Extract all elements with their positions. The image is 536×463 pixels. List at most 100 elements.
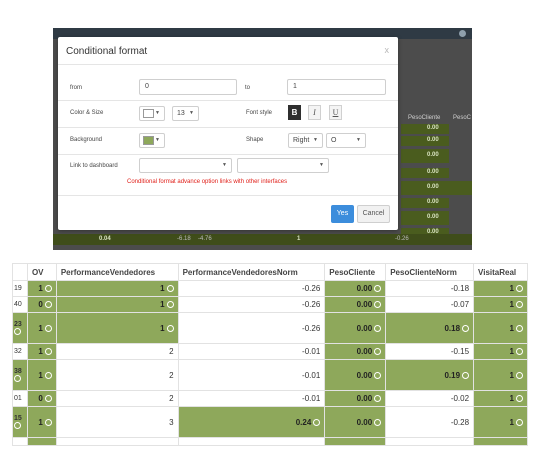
performance-norm-cell: -0.26	[177, 312, 326, 344]
bg-value: 0.00	[427, 125, 439, 131]
data-table: OV PerformanceVendedores PerformanceVend…	[12, 263, 528, 446]
bg-value: 0.00	[427, 152, 439, 158]
circle-icon	[14, 421, 21, 429]
performance-cell: 3	[55, 406, 179, 438]
table-row: 15 1 3 0.24 0.00 -0.28 1	[12, 406, 528, 438]
to-input[interactable]: 1	[287, 79, 386, 95]
peso-cliente-cell: 0.00	[324, 296, 387, 313]
text-color-picker[interactable]: ▼	[139, 106, 165, 121]
peso-cliente-cell	[324, 437, 387, 446]
circle-icon	[374, 348, 382, 355]
background-label: Background	[70, 137, 103, 143]
bg-row-value: 1	[297, 236, 301, 242]
underline-button[interactable]: U	[329, 105, 342, 120]
peso-cliente-norm-cell: -0.18	[385, 280, 475, 297]
circle-icon	[44, 418, 52, 426]
cell-value: 0.00	[356, 347, 373, 356]
visita-real-cell: 1	[473, 359, 528, 391]
cell-value: 1	[509, 300, 514, 309]
link-to-dashboard-label: Link to dashboard	[70, 163, 118, 169]
circle-icon	[166, 324, 174, 332]
column-header[interactable]	[12, 263, 28, 281]
shape-position-select[interactable]: Right ▼	[288, 133, 323, 148]
bg-value: 0.00	[427, 137, 439, 143]
shape-select[interactable]: O ▼	[326, 133, 366, 148]
performance-norm-cell	[177, 437, 326, 446]
performance-norm-cell: 0.24	[177, 406, 326, 438]
performance-cell: 1	[55, 296, 179, 313]
row-id	[12, 437, 28, 446]
bg-header-pesoc: PesoC	[453, 115, 472, 121]
chevron-down-icon: ▼	[313, 137, 318, 143]
peso-cliente-norm-cell	[385, 437, 475, 446]
table-row: 38 1 2 -0.01 0.00 0.19 1	[12, 359, 528, 391]
circle-icon	[44, 324, 52, 332]
close-icon[interactable]: x	[385, 45, 390, 55]
cell-value: 1	[509, 284, 514, 293]
bg-cell	[401, 136, 449, 146]
table-row: 19 1 1 -0.26 0.00 -0.18 1	[12, 280, 528, 297]
column-header[interactable]: PesoClienteNorm	[385, 263, 475, 281]
cell-value: 0.00	[356, 284, 373, 293]
dialog-divider	[58, 127, 398, 128]
italic-button[interactable]: I	[308, 105, 321, 120]
from-input[interactable]: 0	[139, 79, 237, 95]
dialog-title: Conditional format	[66, 46, 148, 57]
performance-norm-cell: -0.01	[177, 390, 326, 407]
dialog-divider	[58, 64, 398, 65]
row-id: 19	[12, 280, 28, 297]
row-id: 23	[12, 312, 28, 344]
chevron-down-icon: ▼	[319, 162, 324, 168]
column-header[interactable]: PesoCliente	[324, 263, 387, 281]
peso-cliente-norm-cell: -0.28	[385, 406, 475, 438]
cancel-button[interactable]: Cancel	[357, 205, 390, 223]
shape-position-value: Right	[293, 137, 310, 144]
background-color-picker[interactable]: ▼	[139, 133, 165, 148]
table-row: 23 1 1 -0.26 0.00 0.18 1	[12, 312, 528, 344]
column-header[interactable]: PerformanceVendedoresNorm	[177, 263, 326, 281]
bg-cell	[401, 149, 449, 163]
peso-cliente-norm-cell: 0.19	[385, 359, 475, 391]
circle-icon	[166, 285, 174, 292]
visita-real-cell: 1	[473, 296, 528, 313]
row-id-value: 38	[14, 367, 22, 375]
yes-button[interactable]: Yes	[331, 205, 354, 223]
circle-icon	[374, 324, 382, 332]
screenshot-stage: PesoCliente PesoC 0.00 0.00 0.00 0.00 0.…	[0, 0, 536, 463]
cell-value: 0	[38, 394, 43, 403]
column-header[interactable]: OV	[26, 263, 57, 281]
bg-row-value: 0.04	[99, 236, 111, 242]
bg-header-pesocliente: PesoCliente	[408, 115, 441, 121]
peso-cliente-norm-cell: -0.07	[385, 296, 475, 313]
to-label: to	[245, 85, 251, 91]
dashboard-select[interactable]: ▼	[139, 158, 232, 173]
column-header[interactable]: VisitaReal	[473, 263, 528, 281]
performance-cell: 1	[55, 280, 179, 297]
cell-value: 0.00	[356, 394, 373, 403]
cell-value: 1	[509, 370, 514, 380]
cell-value: 1	[38, 347, 43, 356]
peso-cliente-cell: 0.00	[324, 280, 387, 297]
performance-norm-cell: -0.26	[177, 296, 326, 313]
bg-value: 0.00	[427, 169, 439, 175]
bg-row-value: -0.26	[395, 236, 409, 242]
ov-cell: 1	[26, 343, 57, 360]
chevron-down-icon: ▼	[356, 137, 361, 143]
peso-cliente-cell: 0.00	[324, 406, 387, 438]
peso-cliente-norm-cell: -0.15	[385, 343, 475, 360]
cell-value: 0.18	[444, 323, 461, 333]
cell-value: 0.24	[295, 417, 312, 427]
column-header[interactable]: PerformanceVendedores	[55, 263, 179, 281]
dialog-divider	[58, 154, 398, 155]
cell-value: 1	[509, 347, 514, 356]
cell-value: 0.00	[356, 370, 373, 380]
visita-real-cell: 1	[473, 406, 528, 438]
chevron-down-icon: ▼	[155, 137, 160, 143]
font-size-select[interactable]: 13 ▼	[172, 106, 199, 121]
dashboard-target-select[interactable]: ▼	[237, 158, 329, 173]
bold-button[interactable]: B	[288, 105, 301, 120]
circle-icon	[374, 371, 382, 379]
row-id-value: 15	[14, 414, 22, 422]
cell-value: 1	[160, 300, 165, 309]
peso-cliente-cell: 0.00	[324, 343, 387, 360]
